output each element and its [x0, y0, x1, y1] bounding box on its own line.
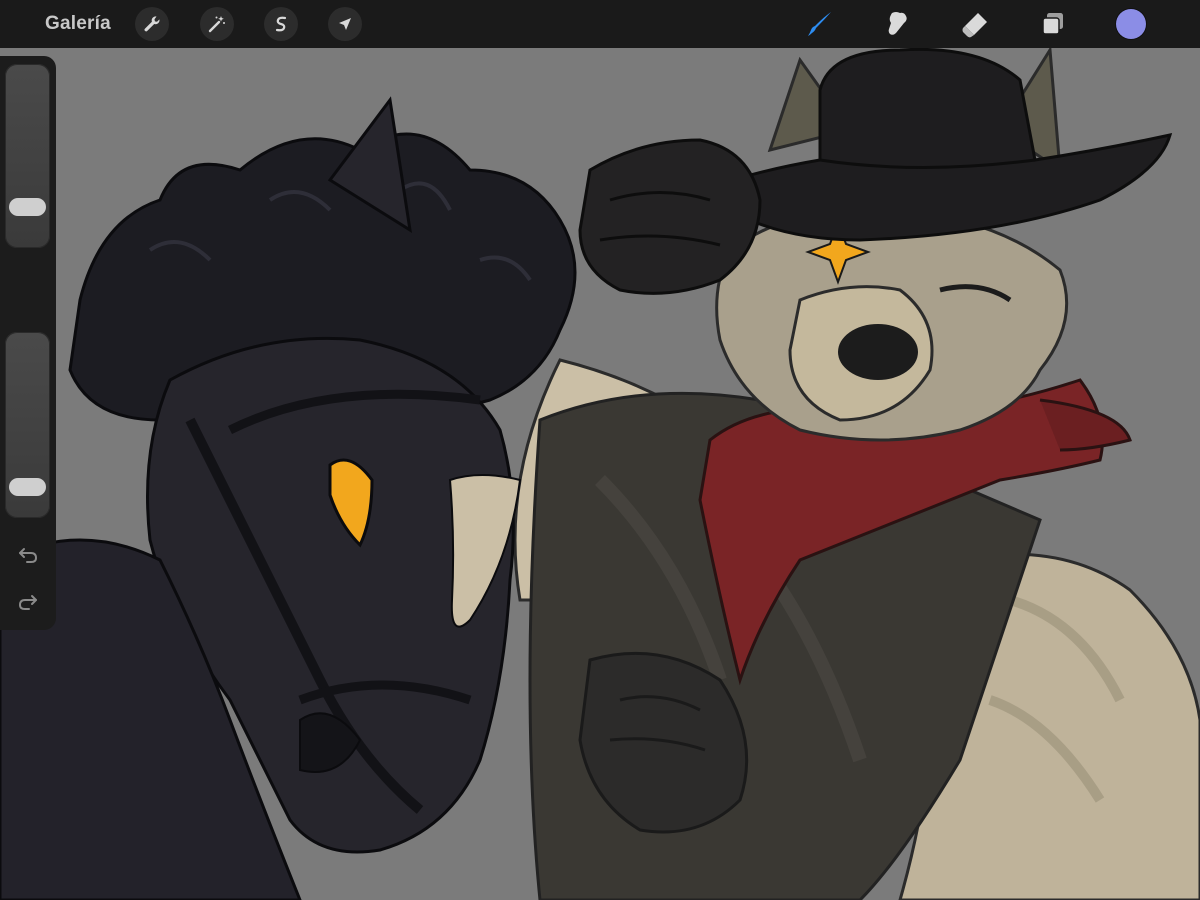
smudge-icon — [888, 12, 907, 35]
eraser-icon — [962, 13, 987, 38]
gallery-button[interactable]: Galería — [45, 13, 111, 35]
undo-button[interactable] — [15, 544, 41, 566]
redo-button[interactable] — [15, 591, 41, 613]
selection-button[interactable] — [264, 7, 298, 41]
color-picker-button[interactable] — [1116, 9, 1146, 39]
layers-button[interactable] — [1035, 6, 1071, 42]
magic-wand-icon — [208, 16, 225, 33]
top-toolbar: Galería — [0, 0, 1200, 48]
drawing-canvas[interactable] — [0, 48, 1200, 900]
selection-s-icon — [275, 16, 287, 32]
artwork — [0, 48, 1200, 900]
redo-arrow-icon — [18, 595, 37, 610]
erase-tool-button[interactable] — [957, 6, 993, 42]
wrench-icon — [144, 16, 160, 32]
left-sidebar — [0, 56, 56, 630]
arrow-cursor-icon — [339, 18, 351, 30]
brush-size-knob[interactable] — [9, 197, 46, 216]
brush-opacity-slider[interactable] — [5, 332, 50, 518]
adjustments-button[interactable] — [200, 7, 234, 41]
smudge-tool-button[interactable] — [879, 6, 915, 42]
undo-arrow-icon — [19, 548, 38, 563]
brush-size-slider[interactable] — [5, 64, 50, 248]
transform-button[interactable] — [328, 7, 362, 41]
actions-button[interactable] — [135, 7, 169, 41]
layers-icon — [1042, 13, 1063, 35]
paint-tool-button[interactable] — [802, 6, 838, 42]
brush-icon — [808, 12, 831, 36]
procreate-app: Galería — [0, 0, 1200, 900]
brush-opacity-knob[interactable] — [9, 478, 46, 497]
